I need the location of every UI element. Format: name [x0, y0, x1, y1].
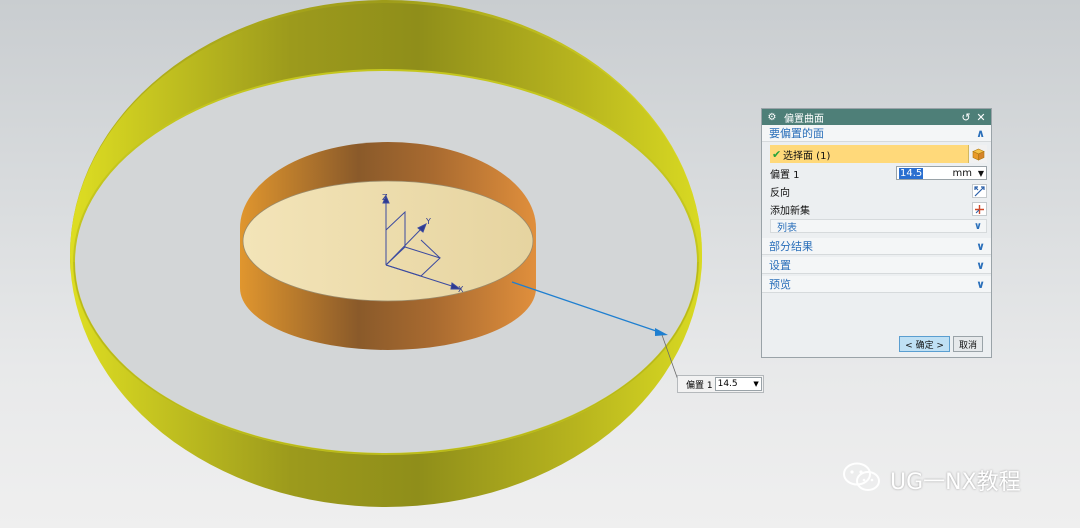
watermark: UG一NX教程	[842, 461, 1021, 499]
section-label: 设置	[769, 259, 791, 272]
screen-offset-field[interactable]: 14.5 ▼	[714, 377, 762, 391]
section-faces-to-offset[interactable]: 要偏置的面 ∧	[762, 125, 991, 142]
chevron-down-icon[interactable]: ∨	[976, 259, 985, 272]
offset-surface-dialog: ⚙ 偏置曲面 ↺ ✕ 要偏置的面 ∧ ✔ 选择面 (1) 偏置 1 14.5 m…	[761, 108, 992, 358]
offset-row: 偏置 1 14.5 mm ▼	[770, 165, 987, 181]
screen-offset-label: 偏置 1	[686, 380, 713, 391]
add-new-set-row: 添加新集	[770, 201, 987, 217]
section-settings[interactable]: 设置 ∨	[762, 257, 991, 274]
chevron-up-icon[interactable]: ∧	[976, 127, 985, 140]
section-label: 预览	[769, 278, 791, 291]
screen-offset-value[interactable]: 14.5	[718, 379, 752, 389]
reverse-row: 反向	[770, 183, 987, 199]
chevron-down-icon[interactable]: ▼	[976, 169, 986, 178]
add-new-set-label: 添加新集	[770, 205, 810, 217]
watermark-text: UG一NX教程	[890, 470, 1021, 495]
dialog-title: 偏置曲面	[784, 113, 824, 125]
offset-value[interactable]: 14.5	[899, 167, 924, 179]
select-face-label: 选择面 (1)	[783, 150, 831, 162]
dialog-titlebar[interactable]: ⚙ 偏置曲面 ↺ ✕	[762, 109, 991, 125]
reset-icon[interactable]: ↺	[960, 111, 972, 124]
cancel-button[interactable]: 取消	[952, 336, 983, 352]
selected-face	[243, 181, 533, 301]
section-label: 部分结果	[769, 240, 813, 253]
axis-label-y: Y	[425, 217, 431, 226]
offset-unit: mm	[952, 167, 972, 179]
reverse-label: 反向	[770, 187, 790, 199]
close-icon[interactable]: ✕	[975, 111, 987, 124]
axis-label-x: X	[458, 285, 464, 294]
chevron-down-icon[interactable]: ∨	[976, 278, 985, 291]
offset-value-input[interactable]: 14.5 mm ▼	[896, 166, 987, 180]
face-cube-icon[interactable]	[968, 145, 987, 163]
reverse-direction-icon[interactable]	[972, 184, 987, 198]
dialog-footer: < 确定 > 取消	[899, 336, 983, 352]
checkmark-icon: ✔	[772, 147, 782, 161]
section-label: 要偏置的面	[769, 127, 824, 140]
ok-button[interactable]: < 确定 >	[899, 336, 950, 352]
chevron-down-icon[interactable]: ∨	[976, 240, 985, 253]
cylinder-body[interactable]	[240, 142, 536, 350]
list-label: 列表	[777, 222, 797, 234]
select-face-row[interactable]: ✔ 选择面 (1)	[770, 145, 987, 163]
add-set-icon[interactable]	[972, 202, 987, 216]
list-toggle[interactable]: 列表 ∨	[770, 219, 987, 234]
chevron-down-icon[interactable]: ▼	[752, 380, 761, 388]
settings-gear-icon[interactable]: ⚙	[766, 112, 778, 123]
wechat-icon	[842, 461, 882, 499]
section-preview[interactable]: 预览 ∨	[762, 276, 991, 293]
axis-label-z: Z	[382, 193, 388, 202]
offset-label: 偏置 1	[770, 169, 800, 181]
chevron-down-icon[interactable]: ∨	[974, 221, 982, 232]
screen-offset-input: 偏置 1 14.5 ▼	[677, 375, 764, 393]
section-partial-results[interactable]: 部分结果 ∨	[762, 238, 991, 255]
